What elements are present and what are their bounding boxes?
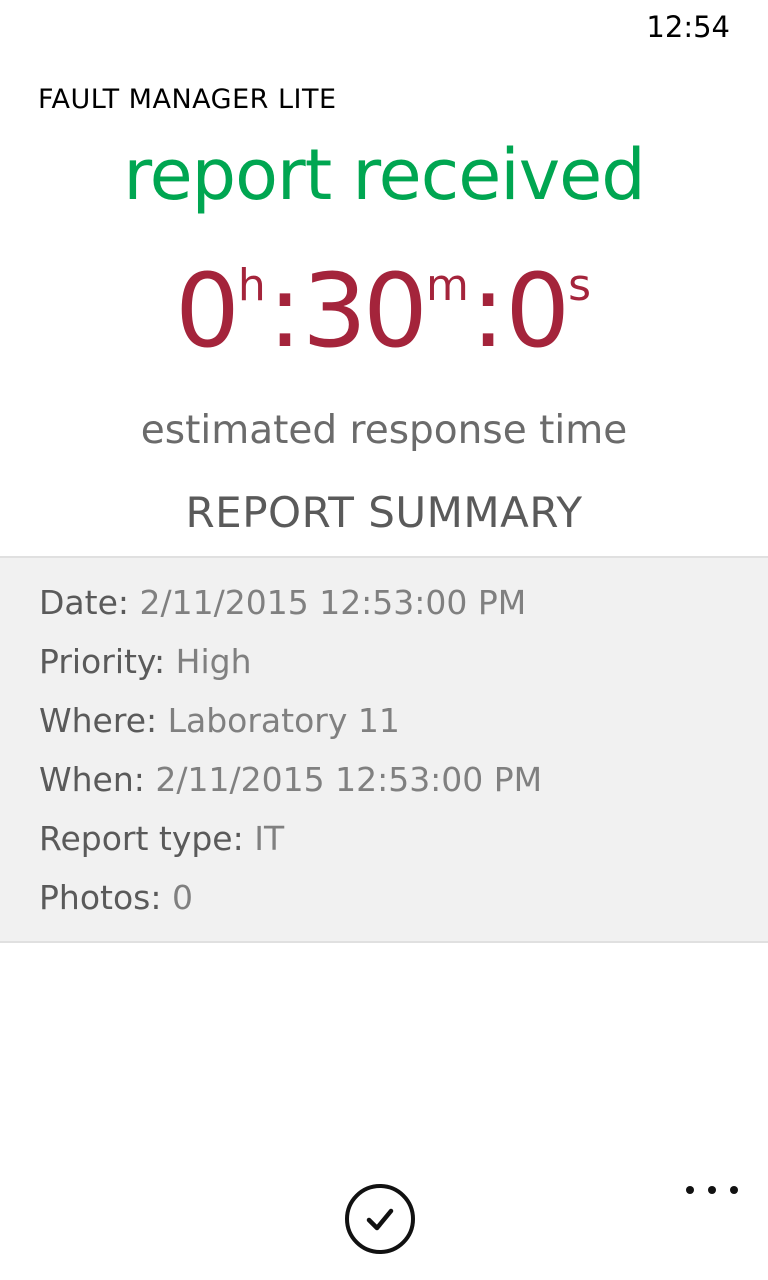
summary-row-date: Date: 2/11/2015 12:53:00 PM — [39, 578, 768, 637]
confirm-button[interactable] — [345, 1184, 415, 1254]
summary-row-report-type: Report type: IT — [39, 814, 768, 873]
summary-value: High — [175, 642, 252, 681]
more-icon — [708, 1186, 716, 1194]
timer-hours: 0 — [174, 252, 240, 371]
summary-row-photos: Photos: 0 — [39, 873, 768, 932]
summary-label: Priority: — [39, 642, 166, 681]
timer-separator: : — [470, 252, 506, 371]
summary-value: 0 — [171, 878, 193, 917]
more-icon — [686, 1186, 694, 1194]
timer-caption: estimated response time — [140, 408, 628, 453]
summary-value: 2/11/2015 12:53:00 PM — [139, 583, 527, 622]
more-options-button[interactable] — [686, 1172, 738, 1208]
summary-row-priority: Priority: High — [39, 637, 768, 696]
summary-heading: REPORT SUMMARY — [185, 488, 583, 537]
summary-label: Where: — [39, 701, 158, 740]
summary-row-when: When: 2/11/2015 12:53:00 PM — [39, 755, 768, 814]
summary-label: When: — [39, 760, 145, 799]
timer-minutes-unit: m — [425, 260, 469, 311]
status-time: 12:54 — [646, 10, 730, 44]
report-received-screen: 12:54 FAULT MANAGER LITE report received… — [0, 0, 768, 1280]
timer-seconds-unit: s — [568, 260, 592, 311]
timer-hours-unit: h — [237, 260, 266, 311]
check-icon — [366, 1208, 394, 1231]
summary-value: 2/11/2015 12:53:00 PM — [155, 760, 543, 799]
summary-panel: Date: 2/11/2015 12:53:00 PM Priority: Hi… — [0, 556, 768, 943]
app-title: FAULT MANAGER LITE — [38, 84, 337, 115]
page-title: report received — [123, 134, 645, 216]
timer-seconds: 0 — [505, 252, 570, 371]
summary-label: Photos: — [39, 878, 162, 917]
more-icon — [730, 1186, 738, 1194]
status-bar: 12:54 — [0, 0, 768, 56]
summary-value: Laboratory 11 — [167, 701, 400, 740]
summary-row-where: Where: Laboratory 11 — [39, 696, 768, 755]
summary-list: Date: 2/11/2015 12:53:00 PM Priority: Hi… — [0, 558, 768, 932]
timer-separator: : — [267, 252, 303, 371]
summary-label: Report type: — [39, 819, 244, 858]
summary-label: Date: — [39, 583, 129, 622]
timer-minutes: 30 — [302, 252, 428, 371]
response-timer: 0h:30m:0s — [0, 252, 768, 371]
summary-value: IT — [254, 819, 285, 858]
